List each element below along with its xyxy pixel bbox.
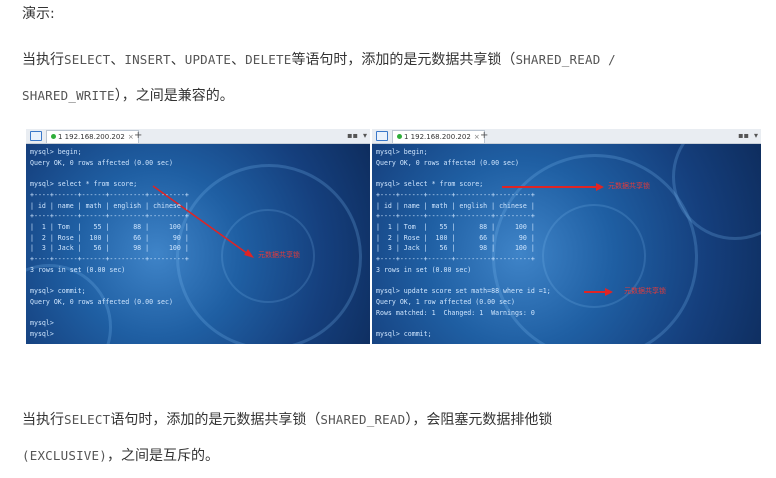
terminal-line: +----+------+------+---------+---------+ bbox=[376, 190, 535, 199]
terminal-line: mysql> commit; bbox=[376, 329, 432, 338]
terminal-tab-label: 1 192.168.200.202 bbox=[58, 133, 125, 141]
terminal-line: 3 rows in set (0.00 sec) bbox=[376, 265, 472, 274]
terminal-line: +----+------+------+---------+---------+ bbox=[376, 255, 535, 263]
terminal-line: | 2 | Rose | 100 | 66 | 90 | bbox=[376, 233, 535, 242]
p1-code-shared-write: SHARED_WRITE bbox=[22, 88, 115, 103]
terminal-line: mysql> select * from score; bbox=[30, 180, 138, 189]
annotation-shared-lock: 元数据共享锁 bbox=[258, 251, 300, 259]
terminal-line: | 1 | Tom | 55 | 88 | 100 | bbox=[376, 222, 535, 231]
terminal-line: 3 rows in set (0.00 sec) bbox=[30, 265, 126, 274]
demo-label: 演示: bbox=[22, 6, 55, 22]
p2-text-2: 语句时，添加的是元数据共享锁（ bbox=[110, 412, 321, 428]
terminal-line: | id | name | math | english | chinese | bbox=[30, 201, 189, 210]
terminal-line: Query OK, 0 rows affected (0.00 sec) bbox=[30, 158, 173, 167]
grid-view-icon[interactable]: ▪▪ bbox=[347, 132, 358, 140]
terminal-line: mysql> commit; bbox=[30, 287, 86, 296]
chevron-down-icon[interactable]: ▾ bbox=[363, 130, 367, 142]
annotation-shared-lock-top: 元数据共享锁 bbox=[608, 182, 650, 190]
p2-text-3: ），会阻塞元数据排他锁 bbox=[405, 412, 553, 428]
terminal-line: mysql> bbox=[30, 319, 54, 328]
add-tab-icon[interactable]: + bbox=[134, 129, 142, 142]
terminal-line: Query OK, 0 rows affected (0.00 sec) bbox=[30, 297, 173, 306]
terminal-line: Rows matched: 1 Changed: 1 Warnings: 0 bbox=[376, 308, 535, 317]
annotation-arrow bbox=[584, 291, 606, 293]
terminal-line: mysql> begin; bbox=[30, 148, 82, 156]
connected-status-icon bbox=[51, 134, 56, 139]
terminal-line: | 3 | Jack | 56 | 98 | 100 | bbox=[376, 244, 535, 253]
terminal-line: mysql> update score set math=88 where id… bbox=[376, 287, 551, 296]
add-tab-icon[interactable]: + bbox=[480, 129, 488, 142]
p1-sep-3: 、 bbox=[231, 52, 246, 68]
p1-text-1: 当执行 bbox=[22, 52, 64, 68]
annotation-arrow bbox=[502, 186, 597, 188]
terminal-line: +----+------+------+---------+---------+ bbox=[30, 255, 189, 263]
p1-text-3: ），之间是兼容的。 bbox=[114, 88, 234, 104]
terminal-tab[interactable]: 1 192.168.200.202 × bbox=[392, 130, 485, 143]
terminal-line: mysql> bbox=[30, 329, 54, 338]
p1-code-update: UPDATE bbox=[184, 52, 232, 67]
p1-code-shared-read: SHARED_READ / bbox=[515, 52, 616, 67]
terminal-line: Query OK, 1 row affected (0.00 sec) bbox=[376, 297, 515, 306]
p1-sep-1: 、 bbox=[110, 52, 125, 68]
terminal-screenshot-left: 1 192.168.200.202 × + ▪▪ ▾ 元数据共享锁 mysql> … bbox=[26, 129, 370, 344]
terminal-line: +----+------+------+---------+---------+ bbox=[30, 190, 189, 199]
close-tab-icon[interactable]: × bbox=[474, 133, 480, 141]
terminal-line: +----+------+------+---------+---------+ bbox=[30, 212, 189, 221]
p2-text-1: 当执行 bbox=[22, 412, 64, 428]
terminal-tab[interactable]: 1 192.168.200.202 × bbox=[46, 130, 139, 143]
p1-code-select: SELECT bbox=[64, 52, 111, 67]
grid-view-icon[interactable]: ▪▪ bbox=[738, 132, 749, 140]
terminal-line: mysql> begin; bbox=[376, 148, 428, 156]
close-tab-icon[interactable]: × bbox=[128, 133, 134, 141]
terminal-line: | id | name | math | english | chinese | bbox=[376, 201, 535, 210]
terminal-output: 元数据共享锁 元数据共享锁 mysql> begin; Query OK, 0 r… bbox=[372, 144, 761, 344]
terminal-output: 元数据共享锁 mysql> begin; Query OK, 0 rows aff… bbox=[26, 144, 370, 344]
p1-sep-2: 、 bbox=[170, 52, 185, 68]
terminal-line: | 1 | Tom | 55 | 88 | 100 | bbox=[30, 222, 189, 231]
p1-code-delete: DELETE bbox=[245, 52, 292, 67]
terminal-tab-bar: 1 192.168.200.202 × + ▪▪ ▾ bbox=[26, 129, 370, 144]
annotation-shared-lock-bottom: 元数据共享锁 bbox=[624, 287, 666, 295]
terminal-line: | 3 | Jack | 56 | 98 | 100 | bbox=[30, 244, 189, 253]
folder-icon bbox=[376, 131, 388, 141]
p1-code-insert: INSERT bbox=[124, 52, 171, 67]
p2-code-exclusive: (EXCLUSIVE) bbox=[22, 448, 107, 463]
chevron-down-icon[interactable]: ▾ bbox=[754, 130, 758, 142]
paragraph-2-line-2: (EXCLUSIVE)，之间是互斥的。 bbox=[22, 446, 219, 466]
terminal-tab-bar: 1 192.168.200.202 × + ▪▪ ▾ bbox=[372, 129, 761, 144]
connected-status-icon bbox=[397, 134, 402, 139]
paragraph-1-line-1: 当执行SELECT、INSERT、UPDATE、DELETE等语句时，添加的是元… bbox=[22, 50, 616, 70]
p2-code-shared-read: SHARED_READ bbox=[320, 412, 406, 427]
terminal-line: Query OK, 0 rows affected (0.00 sec) bbox=[376, 158, 519, 167]
annotation-arrow bbox=[596, 183, 604, 191]
folder-icon bbox=[30, 131, 42, 141]
paragraph-2-line-1: 当执行SELECT语句时，添加的是元数据共享锁（SHARED_READ），会阻塞… bbox=[22, 410, 552, 430]
terminal-line: | 2 | Rose | 100 | 66 | 90 | bbox=[30, 233, 189, 242]
terminal-line: mysql> select * from score; bbox=[376, 180, 484, 189]
p2-text-4: ，之间是互斥的。 bbox=[106, 448, 219, 464]
annotation-arrow bbox=[605, 288, 613, 296]
terminal-tab-label: 1 192.168.200.202 bbox=[404, 133, 471, 141]
terminal-screenshot-right: 1 192.168.200.202 × + ▪▪ ▾ 元数据共享锁 元数据共享锁 … bbox=[372, 129, 761, 344]
paragraph-1-line-2: SHARED_WRITE），之间是兼容的。 bbox=[22, 86, 234, 106]
terminal-line: +----+------+------+---------+---------+ bbox=[376, 212, 535, 221]
p2-code-select: SELECT bbox=[64, 412, 111, 427]
p1-text-2: 等语句时，添加的是元数据共享锁（ bbox=[291, 52, 516, 68]
